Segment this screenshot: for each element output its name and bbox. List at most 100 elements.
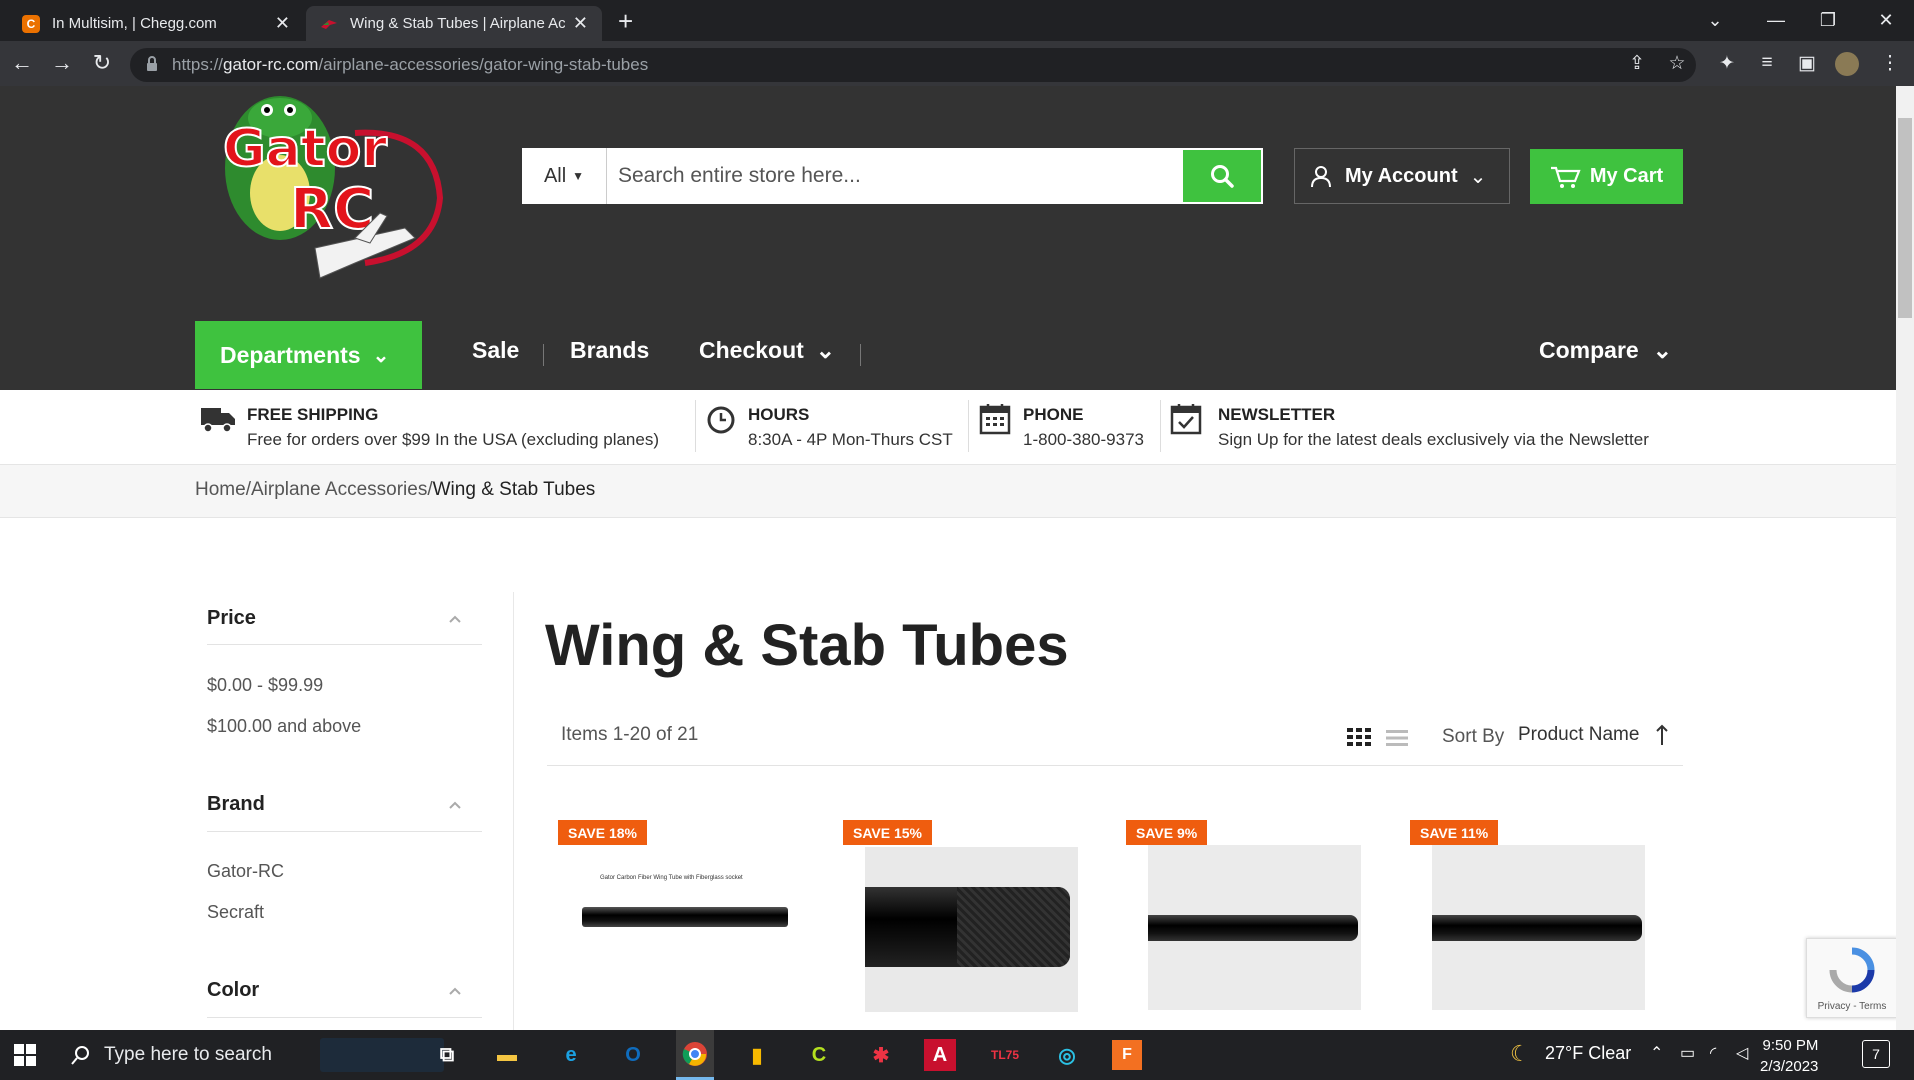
recaptcha-links[interactable]: Privacy - Terms [1807,1001,1897,1012]
app-icon[interactable]: ✱ [862,1036,900,1074]
my-account-button[interactable]: My Account ⌄ [1294,148,1510,204]
breadcrumb-home[interactable]: Home [195,479,246,500]
url-prefix: https:// [172,55,224,74]
tab-search-icon[interactable]: ⌄ [1695,5,1735,35]
recaptcha-badge[interactable]: Privacy - Terms [1806,938,1898,1018]
minimize-button[interactable]: — [1756,5,1796,35]
nav-brands[interactable]: Brands [570,337,649,364]
sort-direction-icon[interactable] [1655,724,1669,751]
product-image-caption: Gator Carbon Fiber Wing Tube with Fiberg… [600,875,743,881]
fusion360-icon[interactable]: F [1112,1040,1142,1070]
chevron-up-icon[interactable] [448,984,462,998]
close-icon[interactable]: ✕ [573,13,588,34]
filter-brand-option[interactable]: Gator-RC [207,861,284,882]
taskbar-clock[interactable]: 9:50 PM 2/3/2023 [1760,1035,1818,1077]
nav-sale[interactable]: Sale [472,337,519,364]
extensions-icon[interactable]: ✦ [1712,52,1742,75]
info-newsletter-text[interactable]: Sign Up for the latest deals exclusively… [1218,430,1649,450]
windows-start-icon[interactable] [14,1044,36,1071]
filter-divider [207,831,482,832]
info-shipping-text: Free for orders over $99 In the USA (exc… [247,430,659,449]
menu-icon[interactable]: ⋮ [1875,52,1905,75]
creo-icon[interactable]: C [800,1036,838,1074]
chegg-icon: C [22,14,40,33]
filter-color-title[interactable]: Color [207,979,259,1002]
browser-tab-gator[interactable]: Wing & Stab Tubes | Airplane Acc ✕ [306,6,602,41]
toolbar-divider [547,765,1683,766]
notifications-icon[interactable]: 7 [1862,1040,1890,1068]
search-button[interactable] [1183,150,1261,202]
info-divider [968,400,969,452]
url-host: gator-rc.com [223,55,319,74]
search-category-select[interactable]: All ▼ [522,148,607,204]
browser-tab-chegg[interactable]: C In Multisim, | Chegg.com ✕ [8,6,304,41]
amsted-widget[interactable] [320,1038,444,1072]
sort-select[interactable]: Product Name [1518,724,1639,746]
outlook-icon[interactable]: O [614,1036,652,1074]
info-phone-text: 1-800-380-9373 [1023,430,1144,449]
truck-icon [200,404,236,439]
edge-icon[interactable]: ◎ [1048,1036,1086,1074]
autocad-icon[interactable]: A [924,1039,956,1071]
weather-widget[interactable]: 27°F Clear [1545,1043,1631,1064]
chrome-icon[interactable] [676,1030,714,1080]
items-count: Items 1-20 of 21 [561,724,699,745]
product-image[interactable] [1148,845,1361,1010]
profile-avatar[interactable] [1835,52,1859,76]
filter-brand-option[interactable]: Secraft [207,902,264,923]
back-button[interactable]: ← [6,49,38,77]
new-tab-button[interactable]: + [618,6,633,36]
battery-icon[interactable]: ▭ [1680,1043,1695,1063]
close-icon[interactable]: ✕ [275,13,290,34]
product-image[interactable] [1432,845,1645,1010]
gator-rc-icon [320,15,338,33]
filter-brand-title[interactable]: Brand [207,793,265,816]
search-input[interactable] [608,148,1182,204]
lock-icon[interactable] [146,56,158,77]
sale-badge: SAVE 9% [1126,820,1208,845]
departments-label: Departments [220,341,361,368]
media-icon[interactable]: ≡ [1752,52,1782,74]
reload-button[interactable]: ↻ [86,49,118,77]
bookmark-star-icon[interactable]: ☆ [1662,52,1692,75]
filter-price-option[interactable]: $0.00 - $99.99 [207,675,323,696]
chevron-up-icon[interactable] [448,612,462,626]
breadcrumb-category[interactable]: Airplane Accessories [251,479,427,500]
forward-button[interactable]: → [46,49,78,77]
filter-price-option[interactable]: $100.00 and above [207,716,361,737]
logo-text-top: Gator [223,119,387,179]
my-cart-button[interactable]: My Cart [1530,149,1683,204]
info-divider [1160,400,1161,452]
task-view-icon[interactable]: ⧉ [428,1036,466,1074]
side-panel-icon[interactable]: ▣ [1792,52,1822,75]
info-divider [695,400,696,452]
calculator-icon[interactable]: TL75 [986,1036,1024,1074]
nav-checkout[interactable]: Checkout ⌄ [699,337,835,364]
filter-price-title[interactable]: Price [207,607,256,630]
list-view-icon[interactable] [1386,729,1408,752]
url-text[interactable]: https://gator-rc.com/airplane-accessorie… [172,55,648,75]
product-image[interactable] [865,847,1078,1012]
moon-icon: ☾ [1510,1041,1530,1066]
calendar-icon [979,402,1011,441]
powerpoint-like-icon[interactable]: ▮ [738,1036,776,1074]
wifi-icon[interactable]: ◜ [1710,1043,1716,1063]
grid-view-icon[interactable] [1347,728,1371,751]
internet-explorer-icon[interactable]: e [552,1036,590,1074]
scrollbar-thumb[interactable] [1898,118,1912,318]
gator-rc-logo[interactable]: Gator RC [205,88,465,284]
tray-chevron-icon[interactable]: ⌃ [1650,1043,1663,1063]
taskbar-search[interactable]: Type here to search [56,1030,304,1080]
restore-button[interactable]: ❐ [1808,5,1848,35]
close-window-button[interactable]: ✕ [1866,5,1906,35]
nav-compare[interactable]: Compare ⌄ [1539,337,1672,364]
share-icon[interactable]: ⇪ [1622,52,1652,75]
product-image[interactable]: Gator Carbon Fiber Wing Tube with Fiberg… [576,845,789,1010]
tab-title: Wing & Stab Tubes | Airplane Acc [350,15,565,32]
chevron-down-icon: ⌄ [815,337,836,363]
info-newsletter-title[interactable]: NEWSLETTER [1218,405,1335,425]
volume-icon[interactable]: ◁ [1736,1043,1748,1063]
chevron-up-icon[interactable] [448,798,462,812]
file-explorer-icon[interactable]: ▬ [488,1036,526,1074]
departments-menu[interactable]: Departments ⌄ [195,321,422,389]
